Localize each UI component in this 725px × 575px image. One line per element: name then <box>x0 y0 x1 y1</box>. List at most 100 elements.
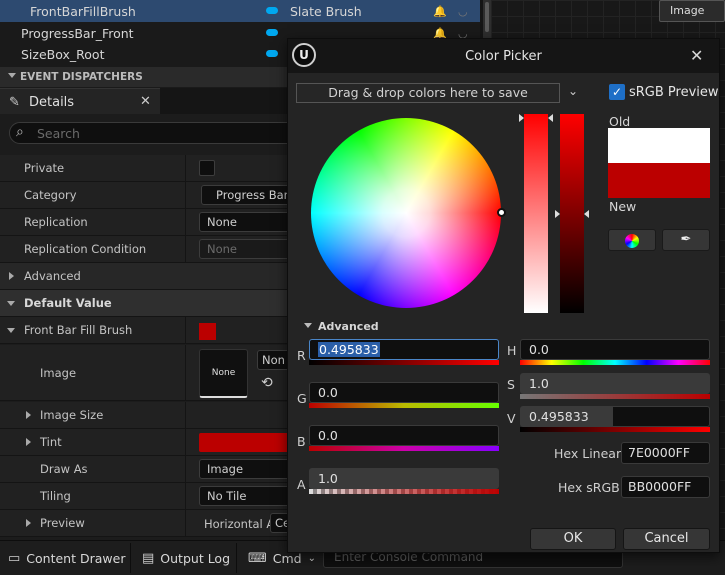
v-label: V <box>507 411 516 426</box>
property-label: Replication Condition <box>24 242 147 256</box>
color-wheel[interactable] <box>311 118 501 308</box>
b-value-field[interactable]: 0.0 <box>309 425 499 446</box>
h-value-field[interactable]: 0.0 <box>520 339 710 360</box>
property-row-front-bar-fill-brush: Front Bar Fill Brush <box>0 317 290 344</box>
advanced-section-label[interactable]: Advanced <box>318 320 379 333</box>
value-slider-marker[interactable] <box>584 210 589 218</box>
variable-type-pill <box>266 29 278 36</box>
variable-type-pill <box>266 7 278 14</box>
color-wheel-mode-button[interactable] <box>608 229 656 251</box>
saturation-slider[interactable] <box>524 114 548 313</box>
property-label: Image Size <box>40 408 104 422</box>
toolbar-divider <box>236 543 237 573</box>
variable-name: SizeBox_Root <box>21 46 105 62</box>
graph-node[interactable]: Image <box>659 0 725 22</box>
pencil-icon: ✎ <box>9 95 20 110</box>
chevron-down-icon[interactable]: ⌄ <box>568 84 578 98</box>
color-picker-title: Color Picker <box>465 49 542 64</box>
bell-icon[interactable]: 🔔 <box>433 5 447 18</box>
draw-as-dropdown[interactable]: Image <box>199 459 299 479</box>
browse-asset-icon[interactable]: ⟲ <box>261 375 279 393</box>
expand-arrow-icon[interactable] <box>26 438 31 446</box>
value-slider-marker[interactable] <box>555 210 560 218</box>
log-icon: ▤ <box>142 550 155 566</box>
property-label: Image <box>40 366 77 380</box>
color-wheel-selector[interactable] <box>497 208 506 217</box>
hex-srgb-label: Hex sRGB <box>558 480 620 495</box>
s-gradient-bar[interactable] <box>520 394 710 399</box>
property-row-tiling: Tiling No Tile <box>0 483 299 510</box>
content-drawer-label: Content Drawer <box>26 550 126 566</box>
eyedropper-button[interactable]: ✒ <box>662 229 710 251</box>
property-row-draw-as: Draw As Image <box>0 456 299 483</box>
h-gradient-bar[interactable] <box>520 360 710 365</box>
tiling-dropdown[interactable]: No Tile <box>199 486 299 506</box>
hex-linear-label: Hex Linear <box>554 446 622 461</box>
v-value-field[interactable]: 0.495833 <box>520 406 710 427</box>
ok-button[interactable]: OK <box>530 528 616 550</box>
value-slider[interactable] <box>560 114 584 313</box>
category-combo[interactable]: Progress Bar I <box>201 185 301 205</box>
scrollbar-thumb[interactable] <box>485 2 489 32</box>
variable-type[interactable]: Slate Brush <box>290 4 362 19</box>
tint-color-swatch[interactable] <box>199 433 291 452</box>
new-color-swatch <box>608 163 710 198</box>
hex-srgb-field[interactable]: BB0000FF <box>621 476 710 498</box>
details-tab[interactable]: ✎ Details ✕ <box>0 88 160 114</box>
eyedropper-icon: ✒ <box>680 232 692 247</box>
property-row-category: Category Progress Bar I <box>0 182 301 209</box>
variable-row[interactable]: FrontBarFillBrush Slate Brush 🔔 ◡ <box>0 0 480 22</box>
expand-arrow-icon[interactable] <box>26 519 31 527</box>
srgb-preview-label: sRGB Preview <box>629 85 719 100</box>
hex-linear-field[interactable]: 7E0000FF <box>621 442 710 464</box>
s-label: S <box>507 377 515 392</box>
property-row-tint: Tint <box>0 429 291 456</box>
property-label: Preview <box>40 516 85 530</box>
b-gradient-bar[interactable] <box>309 446 499 451</box>
v-gradient-bar[interactable] <box>520 427 710 432</box>
r-label: R <box>297 348 306 363</box>
collapse-arrow-icon[interactable] <box>304 323 312 328</box>
r-value-text: 0.495833 <box>318 342 380 357</box>
property-row-image-size: Image Size <box>0 402 290 429</box>
output-log-button[interactable]: ▤ Output Log <box>142 547 230 569</box>
property-label: Replication <box>24 215 88 229</box>
a-value-field[interactable]: 1.0 <box>309 468 499 489</box>
terminal-icon: ⌨ <box>248 550 267 566</box>
close-icon[interactable]: ✕ <box>140 94 151 109</box>
color-theme-drop-zone[interactable]: Drag & drop colors here to save <box>296 83 560 103</box>
section-label: Advanced <box>24 269 81 283</box>
advanced-section[interactable]: Advanced <box>0 263 290 290</box>
eye-closed-icon[interactable]: ◡ <box>458 5 468 18</box>
expand-arrow-icon[interactable] <box>26 411 31 419</box>
r-value-field[interactable]: 0.495833 <box>309 339 499 360</box>
property-row-private: Private <box>0 155 290 182</box>
content-drawer-button[interactable]: ▭ Content Drawer <box>8 547 125 569</box>
r-gradient-bar[interactable] <box>309 360 499 365</box>
cancel-button[interactable]: Cancel <box>623 528 710 550</box>
replication-dropdown[interactable]: None <box>199 212 299 232</box>
srgb-preview-checkbox[interactable]: ✓ <box>609 84 625 100</box>
details-search[interactable]: ⌕ <box>9 122 299 144</box>
search-input[interactable] <box>37 125 287 141</box>
g-gradient-bar[interactable] <box>309 403 499 408</box>
property-row-replication: Replication None <box>0 209 299 236</box>
g-value-field[interactable]: 0.0 <box>309 382 499 403</box>
default-value-section[interactable]: Default Value <box>0 290 290 317</box>
saturation-slider-marker[interactable] <box>519 114 524 122</box>
details-tab-label: Details <box>29 95 75 110</box>
replication-condition-dropdown[interactable]: None <box>199 239 299 259</box>
a-gradient-bar[interactable] <box>309 489 499 494</box>
image-thumbnail[interactable]: None <box>199 349 248 398</box>
brush-color-swatch[interactable] <box>199 323 216 340</box>
private-checkbox[interactable] <box>199 160 215 176</box>
variable-type-pill <box>266 50 278 57</box>
section-label: Default Value <box>24 296 112 310</box>
image-thumbnail-label: None <box>211 368 236 378</box>
saturation-slider-marker[interactable] <box>548 114 553 122</box>
s-value-field[interactable]: 1.0 <box>520 373 710 394</box>
close-icon[interactable]: ✕ <box>690 46 703 65</box>
old-color-swatch[interactable] <box>608 128 710 163</box>
collapse-arrow-icon[interactable] <box>7 328 15 333</box>
search-icon: ⌕ <box>16 124 24 140</box>
